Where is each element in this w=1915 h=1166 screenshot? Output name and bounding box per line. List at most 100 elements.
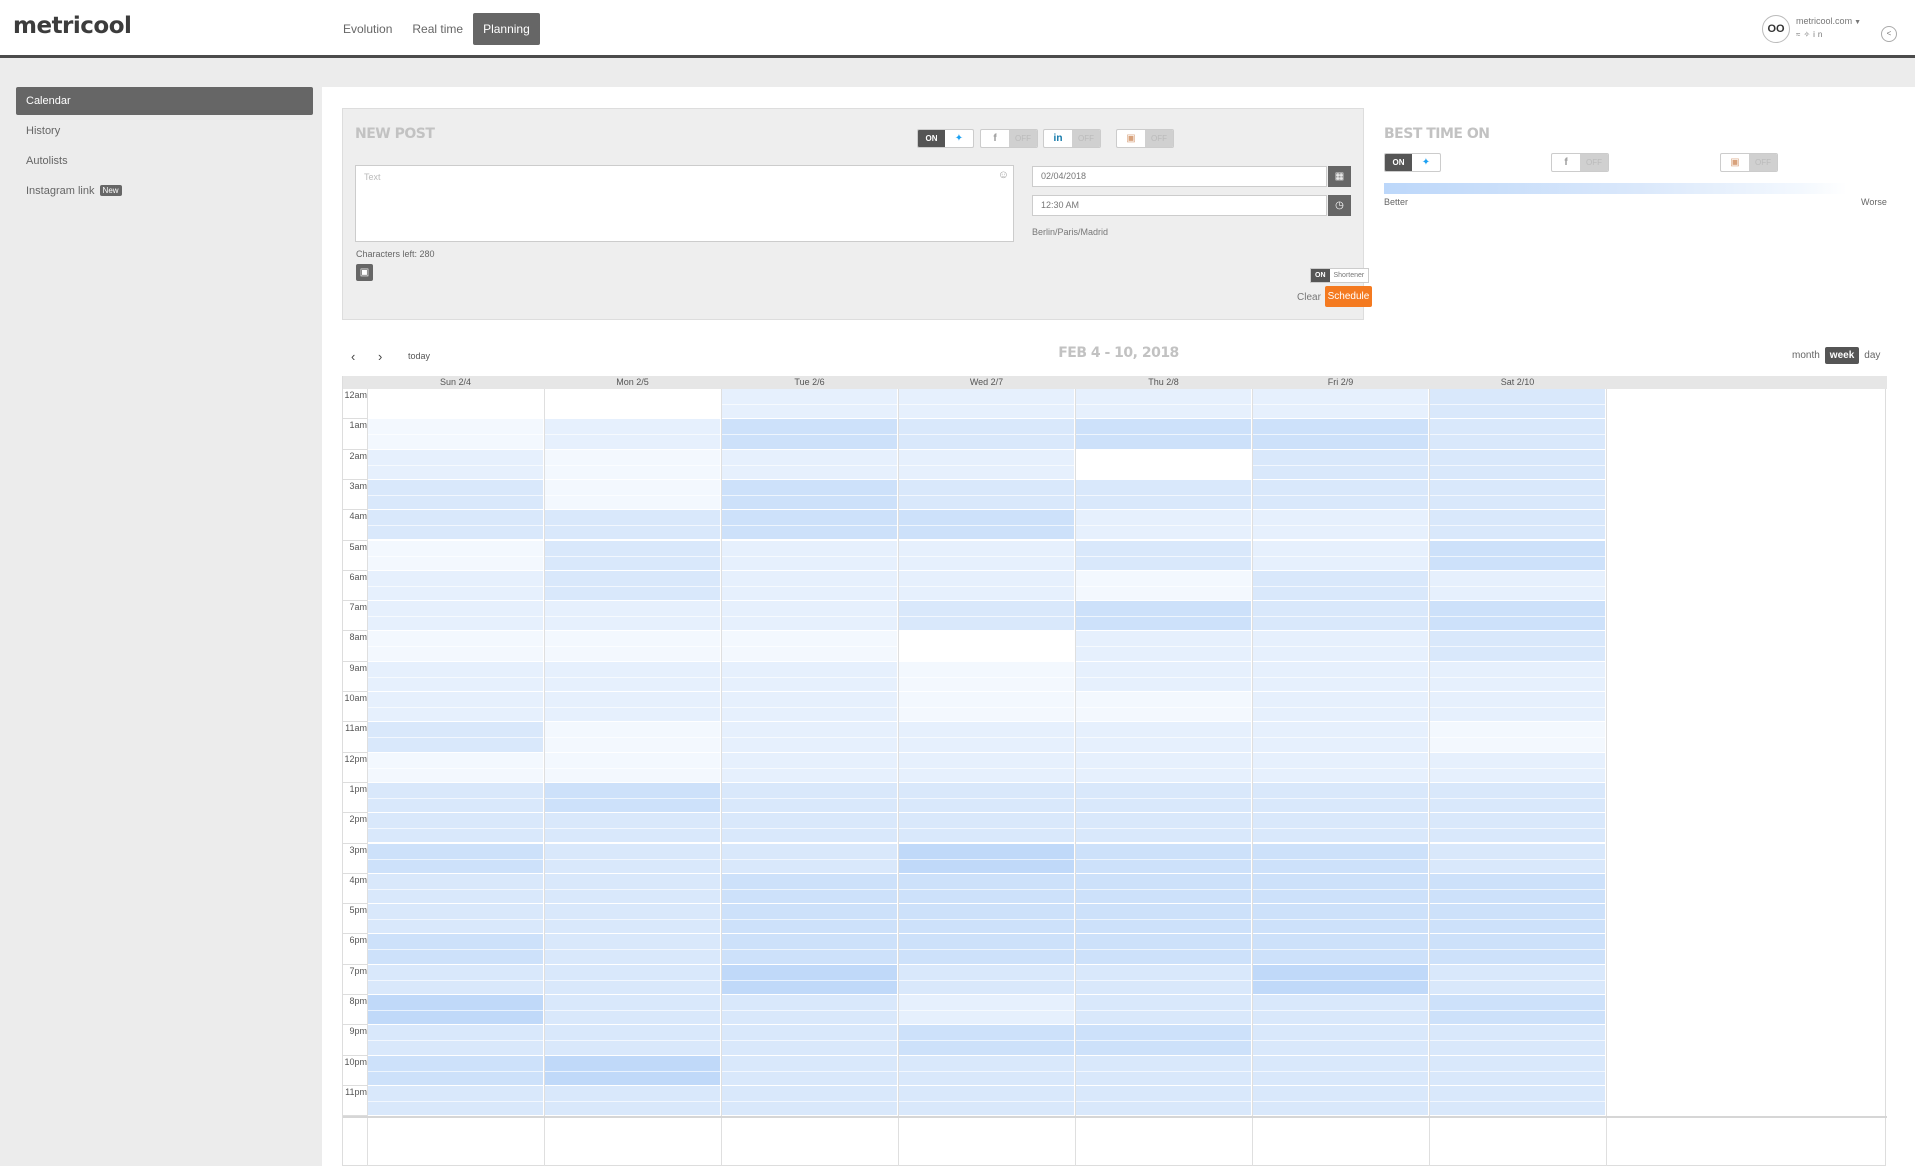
account-menu[interactable]: OO metricool.com ▼ ≈✧in < [1762,15,1897,43]
calendar-icon[interactable]: ▦ [1328,166,1351,187]
time-slot[interactable] [722,661,897,692]
time-slot[interactable] [1253,510,1428,541]
view-month[interactable]: month [1787,347,1825,364]
time-slot[interactable] [1253,389,1428,420]
time-slot[interactable] [1076,1055,1251,1086]
best-twitter-toggle[interactable]: ON ✦ [1384,153,1441,172]
time-slot[interactable] [899,570,1074,602]
time-slot[interactable] [368,692,543,723]
time-slot[interactable] [1076,479,1251,511]
time-slot[interactable] [545,1025,720,1056]
time-slot[interactable] [545,540,720,571]
time-slot[interactable] [545,904,720,935]
time-slot[interactable] [722,1085,897,1117]
time-slot[interactable] [899,722,1074,753]
time-slot[interactable] [545,389,720,420]
time-slot[interactable] [1430,601,1605,632]
time-slot[interactable] [899,964,1074,995]
time-slot[interactable] [368,631,543,662]
time-slot[interactable] [722,419,897,450]
account-info[interactable]: metricool.com ▼ ≈✧in [1796,15,1861,41]
sidebar-item-instagram-link[interactable]: Instagram link New [16,177,313,205]
time-slot[interactable] [1253,904,1428,935]
time-slot[interactable] [899,752,1074,783]
time-slot[interactable] [1430,904,1605,935]
time-slot[interactable] [545,995,720,1026]
time-slot[interactable] [1076,873,1251,905]
time-slot[interactable] [1430,843,1605,874]
schedule-button[interactable]: Schedule [1325,286,1372,307]
time-slot[interactable] [1253,722,1428,753]
time-slot[interactable] [899,1025,1074,1056]
time-slot[interactable] [1430,631,1605,662]
time-slot[interactable] [1430,692,1605,723]
time-slot[interactable] [368,1025,543,1056]
time-slot[interactable] [1076,570,1251,602]
nav-real-time[interactable]: Real time [402,13,473,45]
time-slot[interactable] [899,449,1074,480]
time-slot[interactable] [1253,873,1428,905]
time-slot[interactable] [1253,752,1428,783]
view-week[interactable]: week [1824,347,1860,364]
time-slot[interactable] [368,540,543,571]
time-slot[interactable] [722,479,897,511]
time-slot[interactable] [1430,873,1605,905]
time-slot[interactable] [722,752,897,783]
sidebar-item-calendar[interactable]: Calendar [16,87,313,115]
time-slot[interactable] [368,873,543,905]
time-slot[interactable] [1076,540,1251,571]
time-slot[interactable] [899,782,1074,814]
time-slot[interactable] [1430,1085,1605,1117]
time-slot[interactable] [1076,1085,1251,1117]
time-slot[interactable] [368,843,543,874]
time-slot[interactable] [545,419,720,450]
time-slot[interactable] [545,479,720,511]
time-slot[interactable] [722,449,897,480]
time-slot[interactable] [1253,540,1428,571]
time-slot[interactable] [899,934,1074,965]
time-slot[interactable] [368,1055,543,1086]
time-slot[interactable] [722,964,897,995]
clock-icon[interactable]: ◷ [1328,195,1351,216]
time-slot[interactable] [545,752,720,783]
sidebar-item-history[interactable]: History [16,117,313,145]
best-instagram-toggle[interactable]: ▣ OFF [1720,153,1778,172]
time-slot[interactable] [1430,995,1605,1026]
time-slot[interactable] [1076,752,1251,783]
time-slot[interactable] [1430,419,1605,450]
time-slot[interactable] [1076,510,1251,541]
time-slot[interactable] [1253,934,1428,965]
time-slot[interactable] [1253,601,1428,632]
time-slot[interactable] [1430,782,1605,814]
facebook-toggle[interactable]: f OFF [980,129,1038,148]
time-slot[interactable] [722,631,897,662]
time-slot[interactable] [1253,449,1428,480]
time-slot[interactable] [545,782,720,814]
time-slot[interactable] [1253,692,1428,723]
time-slot[interactable] [1430,661,1605,692]
time-slot[interactable] [368,964,543,995]
time-slot[interactable] [545,813,720,844]
time-slot[interactable] [1253,631,1428,662]
share-icon[interactable]: < [1881,26,1897,42]
instagram-toggle[interactable]: ▣ OFF [1116,129,1174,148]
time-slot[interactable] [1076,904,1251,935]
time-slot[interactable] [1076,1025,1251,1056]
twitter-toggle[interactable]: ON ✦ [917,129,974,148]
time-slot[interactable] [368,449,543,480]
time-slot[interactable] [368,419,543,450]
time-slot[interactable] [545,449,720,480]
time-slot[interactable] [1253,1025,1428,1056]
time-slot[interactable] [368,570,543,602]
linkedin-toggle[interactable]: in OFF [1043,129,1101,148]
time-slot[interactable] [1253,570,1428,602]
time-slot[interactable] [545,692,720,723]
time-slot[interactable] [899,1055,1074,1086]
time-slot[interactable] [722,510,897,541]
time-slot[interactable] [545,934,720,965]
nav-planning[interactable]: Planning [473,13,540,45]
time-slot[interactable] [1076,782,1251,814]
time-slot[interactable] [722,601,897,632]
time-slot[interactable] [1076,601,1251,632]
time-slot[interactable] [722,813,897,844]
